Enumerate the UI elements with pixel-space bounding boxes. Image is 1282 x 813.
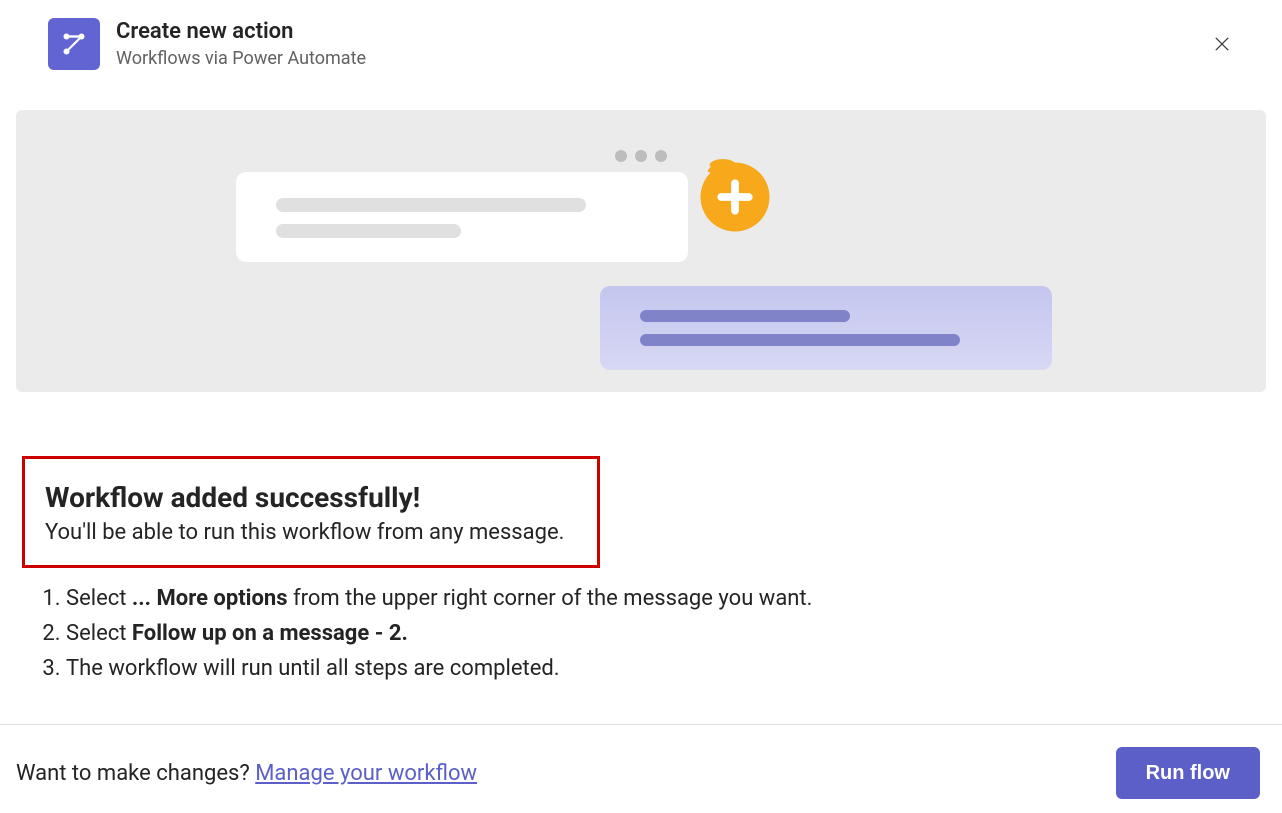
step-2-bold: Follow up on a message - 2. (132, 621, 408, 646)
manage-workflow-link[interactable]: Manage your workflow (255, 761, 477, 786)
step-1-post: from the upper right corner of the messa… (288, 586, 813, 611)
workflow-app-icon (48, 18, 100, 70)
hero-message-bubble-1 (236, 172, 688, 262)
content-area: Workflow added successfully! You'll be a… (0, 456, 1282, 685)
dialog-header: Create new action Workflows via Power Au… (0, 0, 1282, 88)
plus-badge-icon (692, 154, 778, 240)
step-2-pre: Select (66, 621, 132, 646)
success-subtitle: You'll be able to run this workflow from… (45, 520, 577, 545)
step-3: The workflow will run until all steps ar… (66, 652, 1242, 685)
hero-dots-icon (615, 150, 667, 162)
instruction-steps: Select ... More options from the upper r… (40, 582, 1242, 685)
step-1-bold: ... More options (132, 586, 288, 611)
dialog-footer: Want to make changes? Manage your workfl… (0, 724, 1282, 813)
hero-message-bubble-2 (600, 286, 1052, 370)
manage-workflow-prompt: Want to make changes? Manage your workfl… (16, 761, 477, 786)
step-1-pre: Select (66, 586, 132, 611)
step-1: Select ... More options from the upper r… (66, 582, 1242, 615)
success-title: Workflow added successfully! (45, 481, 577, 514)
run-flow-button[interactable]: Run flow (1116, 747, 1260, 799)
hero-illustration (16, 110, 1266, 392)
close-button[interactable] (1206, 28, 1238, 60)
step-2: Select Follow up on a message - 2. (66, 617, 1242, 650)
success-highlight-box: Workflow added successfully! You'll be a… (22, 456, 600, 568)
footer-prompt-text: Want to make changes? (16, 761, 255, 786)
dialog-subtitle: Workflows via Power Automate (116, 48, 366, 69)
close-icon (1212, 34, 1232, 54)
dialog-title: Create new action (116, 19, 366, 45)
